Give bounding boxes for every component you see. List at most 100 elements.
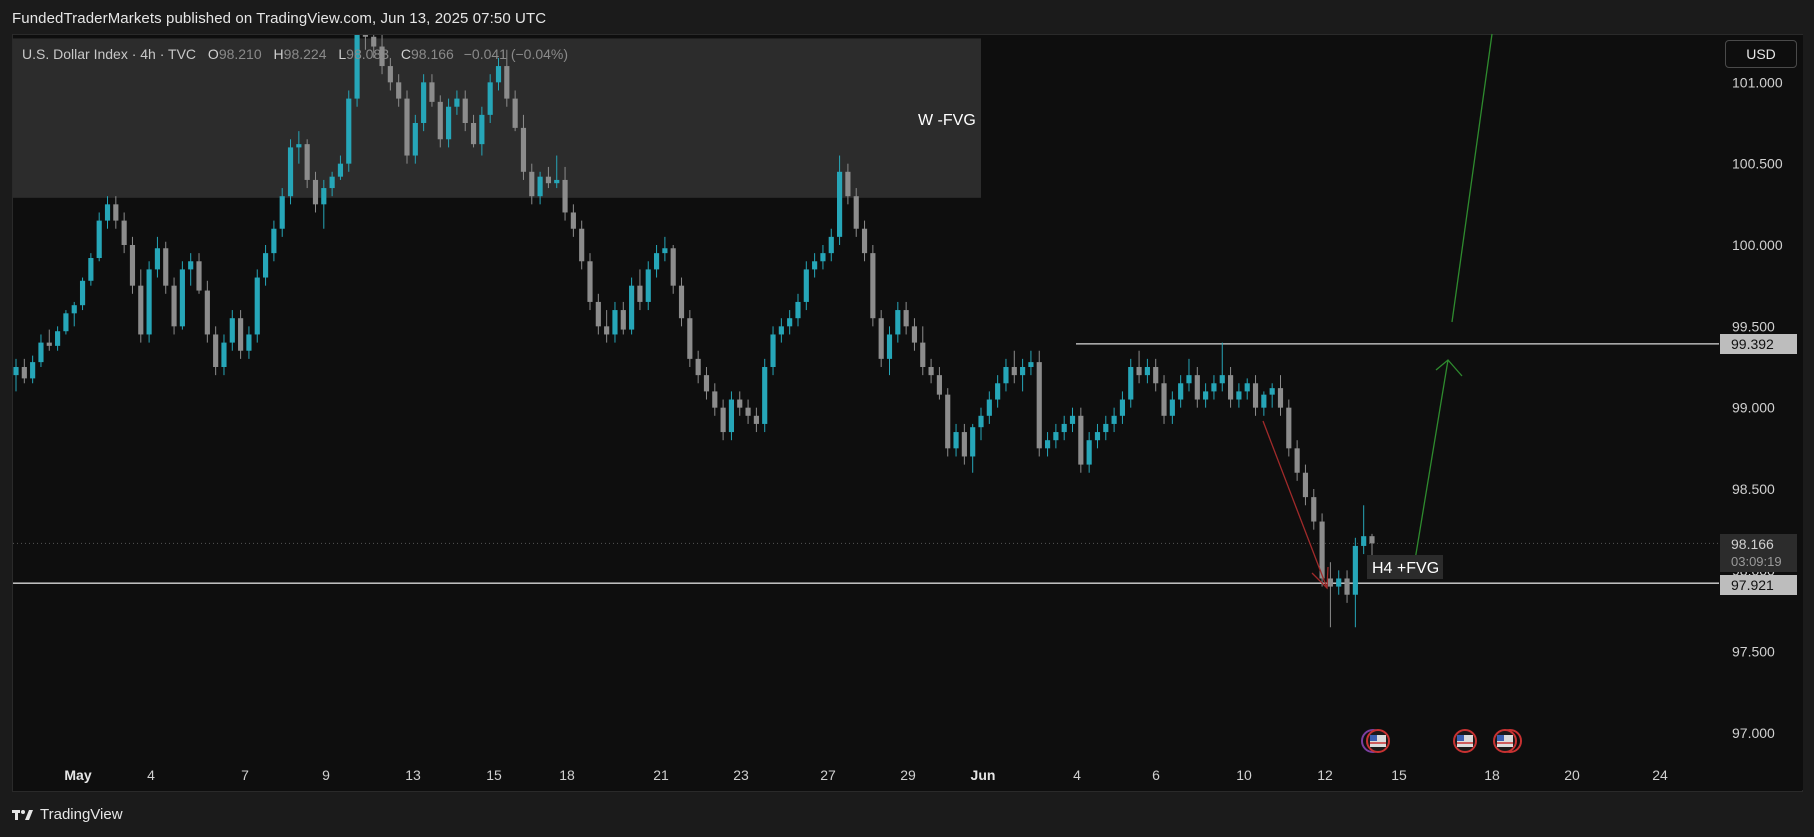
open-label: O (207, 46, 219, 62)
candle (687, 310, 693, 367)
candle (1128, 358, 1134, 408)
candle (886, 326, 893, 376)
candle (1369, 533, 1375, 557)
candle (1153, 358, 1159, 392)
last-price-tag: 98.166 (1731, 536, 1774, 552)
bullish-arrow-head-1 (1435, 359, 1463, 377)
candle (46, 329, 52, 351)
us-event-flag-2[interactable] (1453, 729, 1477, 753)
candle (1003, 358, 1009, 392)
candle (970, 423, 976, 473)
candle (1103, 415, 1109, 441)
candle (121, 212, 127, 254)
candle (604, 310, 610, 343)
high-label: H (273, 46, 284, 62)
currency-button[interactable]: USD (1725, 40, 1797, 68)
candle (1061, 415, 1067, 441)
candle (1011, 350, 1017, 384)
candle (1169, 391, 1175, 424)
candle (1252, 375, 1259, 416)
x-tick-label: 18 (559, 767, 575, 783)
candle (246, 326, 252, 359)
low-label: L (338, 46, 347, 62)
h4-fvg-label: H4 +FVG (1372, 560, 1439, 577)
candle (163, 241, 169, 294)
candle (1161, 375, 1167, 424)
candle (63, 310, 69, 335)
footer-bar (0, 800, 1814, 837)
candle (895, 301, 901, 343)
candle (1294, 440, 1300, 481)
candle (762, 358, 768, 433)
candle (770, 326, 776, 376)
candle (678, 277, 685, 327)
y-tick-label: 98.500 (1732, 481, 1775, 497)
candle (612, 301, 618, 343)
y-tick-label: 99.000 (1732, 400, 1775, 416)
x-tick-label: 9 (322, 767, 330, 783)
candle (920, 326, 926, 376)
us-event-flag-3[interactable] (1493, 729, 1522, 753)
resistance-price-tag: 99.392 (1731, 336, 1774, 352)
candle (1020, 358, 1026, 392)
symbol-legend[interactable]: U.S. Dollar Index · 4h · TVC O98.210 H98… (22, 46, 568, 62)
y-tick-label: 100.500 (1732, 156, 1783, 172)
w-fvg-label: W -FVG (918, 112, 976, 129)
x-tick-label: 4 (1073, 767, 1081, 783)
x-tick-label: 6 (1152, 767, 1160, 783)
us-event-flag-1[interactable] (1361, 729, 1390, 753)
candle (346, 90, 352, 172)
candle (1086, 432, 1092, 473)
x-tick-label: 21 (653, 767, 669, 783)
candle (737, 391, 743, 416)
tradingview-logo-icon (12, 809, 33, 820)
candle (703, 367, 710, 400)
candle (1211, 375, 1217, 400)
candle (138, 269, 144, 343)
x-tick-label: 12 (1317, 767, 1333, 783)
candle (1277, 375, 1284, 416)
candle (945, 388, 951, 457)
candle (728, 391, 735, 441)
candle (778, 318, 784, 343)
candle (262, 245, 269, 286)
candle (595, 293, 601, 335)
bearish-arrow-line (1262, 420, 1328, 589)
low-value: 98.083 (346, 46, 389, 62)
chart-root: FundedTraderMarkets published on Trading… (0, 0, 1814, 837)
symbol-name: U.S. Dollar Index · 4h · TVC (22, 46, 197, 62)
candle (1203, 383, 1209, 408)
x-tick-label: 29 (900, 767, 916, 783)
candle (1136, 350, 1142, 384)
candle (911, 318, 918, 351)
candle (55, 326, 61, 351)
x-tick-label: 24 (1652, 767, 1668, 783)
w-fvg-zone[interactable] (13, 38, 981, 198)
candle (221, 334, 227, 376)
y-tick-label: 101.000 (1732, 74, 1783, 90)
candle (861, 220, 868, 262)
candle (629, 277, 635, 335)
candle (803, 261, 809, 311)
bullish-arrow-line-2 (1451, 33, 1493, 323)
candle (587, 253, 593, 311)
y-tick-label: 97.000 (1732, 725, 1775, 741)
tradingview-logo[interactable]: TradingView (12, 806, 123, 823)
candle (637, 269, 643, 311)
candle (570, 204, 576, 237)
candle (1286, 399, 1292, 457)
candle (870, 245, 876, 327)
candle (936, 367, 942, 400)
candle (196, 253, 202, 294)
x-tick-label: 13 (405, 767, 421, 783)
tradingview-brand: TradingView (40, 806, 123, 823)
candle (71, 301, 77, 327)
candle (745, 399, 751, 424)
x-tick-label: 10 (1236, 767, 1252, 783)
candle (204, 280, 210, 343)
x-tick-label: 20 (1564, 767, 1580, 783)
candle (1336, 570, 1342, 595)
y-tick-label: 100.000 (1732, 237, 1783, 253)
candle (978, 407, 984, 441)
candlestick-chart[interactable]: W -FVG H4 +FVG 101.000 100.500 100.000 99.5… (0, 0, 1814, 837)
